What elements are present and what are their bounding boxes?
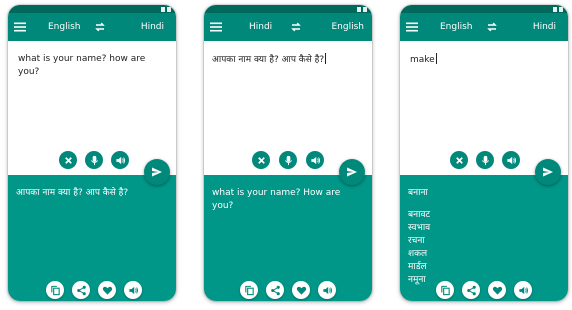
speak-input-button[interactable] — [306, 151, 324, 169]
input-panel: make — [400, 41, 568, 175]
copy-icon — [440, 285, 450, 295]
list-item: बनावट — [408, 210, 431, 220]
swap-icon[interactable] — [486, 21, 498, 33]
mic-icon — [284, 155, 292, 165]
input-text-value: आपका नाम क्या है? आप कैसे है? — [212, 55, 325, 65]
speak-output-button[interactable] — [124, 281, 142, 299]
output-panel: what is your name? How are you? — [204, 175, 372, 301]
top-bar: Hindi English — [204, 13, 372, 41]
heart-icon — [492, 286, 502, 295]
input-text-field[interactable]: आपका नाम क्या है? आप कैसे है? — [212, 53, 364, 67]
status-bar — [400, 5, 568, 13]
input-text-field[interactable]: what is your name? how are you? — [18, 53, 168, 79]
menu-icon[interactable] — [14, 21, 26, 33]
output-panel: आपका नाम क्या है? आप कैसे है? — [8, 175, 176, 301]
mic-button[interactable] — [476, 151, 494, 169]
output-panel: बनाना बनावट स्वभाव रचना शकल मार्डल नमूना — [400, 175, 568, 301]
mic-icon — [90, 155, 98, 165]
speak-input-button[interactable] — [502, 151, 520, 169]
share-icon — [76, 285, 86, 295]
swap-icon[interactable] — [94, 21, 106, 33]
status-bar — [204, 5, 372, 13]
phone-screen-1: English Hindi what is your name? how are… — [8, 5, 176, 301]
mic-button[interactable] — [279, 151, 297, 169]
copy-button[interactable] — [436, 281, 454, 299]
text-cursor — [435, 53, 437, 64]
favorite-button[interactable] — [292, 281, 310, 299]
source-language-button[interactable]: Hindi — [249, 13, 272, 41]
target-language-button[interactable]: Hindi — [533, 13, 556, 41]
heart-icon — [296, 286, 306, 295]
top-bar: English Hindi — [400, 13, 568, 41]
swap-icon[interactable] — [290, 21, 302, 33]
source-language-button[interactable]: English — [48, 13, 81, 41]
speaker-icon — [115, 156, 125, 164]
speaker-icon — [506, 156, 516, 164]
list-item: नमूना — [408, 275, 426, 285]
list-item: स्वभाव — [408, 223, 431, 233]
translated-text: आपका नाम क्या है? आप कैसे है? — [16, 188, 129, 198]
speak-output-button[interactable] — [514, 281, 532, 299]
close-icon — [455, 156, 463, 164]
send-icon — [152, 167, 162, 177]
phone-screen-2: Hindi English आपका नाम क्या है? आप कैसे … — [204, 5, 372, 301]
translated-text: बनाना — [408, 188, 428, 198]
menu-icon[interactable] — [210, 21, 222, 33]
speaker-icon — [322, 286, 332, 294]
share-icon — [466, 285, 476, 295]
mic-icon — [481, 155, 489, 165]
share-icon — [270, 285, 280, 295]
alternate-meanings-list: बनावट स्वभाव रचना शकल मार्डल नमूना — [408, 209, 430, 287]
favorite-button[interactable] — [488, 281, 506, 299]
input-panel: आपका नाम क्या है? आप कैसे है? — [204, 41, 372, 175]
top-bar: English Hindi — [8, 13, 176, 41]
speak-output-button[interactable] — [318, 281, 336, 299]
status-bar — [8, 5, 176, 13]
target-language-button[interactable]: Hindi — [141, 13, 164, 41]
status-icons — [553, 5, 563, 13]
clear-button[interactable] — [252, 151, 270, 169]
speaker-icon — [518, 286, 528, 294]
input-panel: what is your name? how are you? — [8, 41, 176, 175]
share-button[interactable] — [266, 281, 284, 299]
clear-button[interactable] — [450, 151, 468, 169]
favorite-button[interactable] — [98, 281, 116, 299]
send-icon — [347, 167, 357, 177]
clear-button[interactable] — [59, 151, 77, 169]
share-button[interactable] — [72, 281, 90, 299]
status-icons — [357, 5, 367, 13]
translate-send-button[interactable] — [144, 159, 170, 185]
text-cursor — [325, 53, 327, 64]
source-language-button[interactable]: English — [440, 13, 473, 41]
speaker-icon — [128, 286, 138, 294]
list-item: मार्डल — [408, 262, 427, 272]
speak-input-button[interactable] — [111, 151, 129, 169]
phone-screen-3: English Hindi make बनाना बनावट स्वभाव रच… — [400, 5, 568, 301]
mic-button[interactable] — [85, 151, 103, 169]
heart-icon — [102, 286, 112, 295]
share-button[interactable] — [462, 281, 480, 299]
list-item: रचना — [408, 236, 425, 246]
list-item: शकल — [408, 249, 428, 259]
translated-text: what is your name? How are you? — [212, 188, 341, 211]
speaker-icon — [310, 156, 320, 164]
target-language-button[interactable]: English — [332, 13, 365, 41]
input-text-value: make — [410, 55, 435, 65]
copy-button[interactable] — [46, 281, 64, 299]
copy-icon — [244, 285, 254, 295]
translate-send-button[interactable] — [339, 159, 365, 185]
send-icon — [543, 167, 553, 177]
copy-icon — [50, 285, 60, 295]
status-icons — [161, 5, 171, 13]
translate-send-button[interactable] — [535, 159, 561, 185]
menu-icon[interactable] — [406, 21, 418, 33]
close-icon — [257, 156, 265, 164]
input-text-field[interactable]: make — [410, 53, 560, 67]
close-icon — [64, 156, 72, 164]
copy-button[interactable] — [240, 281, 258, 299]
